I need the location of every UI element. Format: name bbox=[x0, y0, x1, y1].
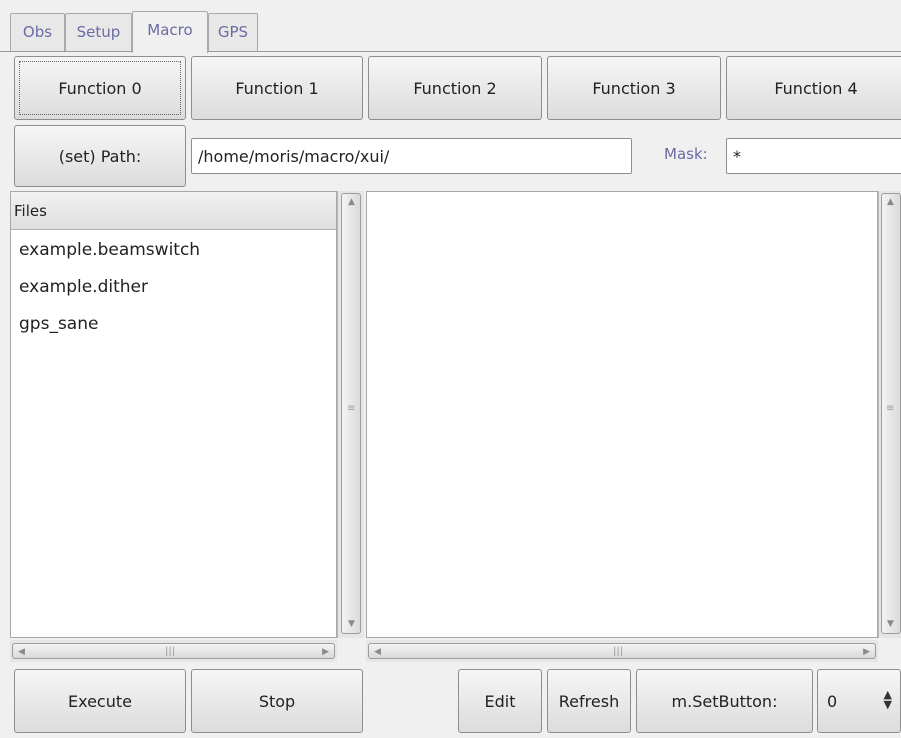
stop-label: Stop bbox=[258, 691, 296, 711]
content-vscroll-thumb[interactable]: ▲ ≡ ▼ bbox=[881, 193, 901, 634]
function-3-button[interactable]: Function 3 bbox=[547, 56, 721, 120]
grip-icon: ≡ bbox=[347, 403, 356, 414]
macro-content-view[interactable] bbox=[366, 191, 878, 638]
edit-button[interactable]: Edit bbox=[458, 669, 542, 733]
refresh-label: Refresh bbox=[558, 691, 620, 711]
content-vertical-scrollbar[interactable]: ▲ ≡ ▼ bbox=[878, 191, 901, 638]
list-item[interactable]: example.dither bbox=[19, 277, 148, 297]
spin-arrows-icon[interactable]: ▲ ▼ bbox=[884, 689, 892, 710]
tab-macro[interactable]: Macro bbox=[132, 11, 208, 53]
function-0-button[interactable]: Function 0 bbox=[14, 56, 186, 120]
scroll-up-arrow-icon[interactable]: ▲ bbox=[887, 198, 894, 207]
scroll-left-arrow-icon[interactable]: ◀ bbox=[18, 648, 25, 657]
tab-bar: Obs Setup Macro GPS bbox=[0, 0, 901, 53]
scroll-down-arrow-icon[interactable]: ▼ bbox=[887, 620, 894, 629]
execute-label: Execute bbox=[68, 691, 132, 711]
files-hscroll-thumb[interactable]: ◀ ||| ▶ bbox=[12, 643, 335, 659]
list-item[interactable]: example.beamswitch bbox=[19, 240, 200, 260]
function-1-label: Function 1 bbox=[235, 78, 319, 98]
spinbox-value: 0 bbox=[827, 691, 838, 711]
list-item[interactable]: gps_sane bbox=[19, 314, 98, 334]
tab-setup[interactable]: Setup bbox=[65, 13, 132, 51]
scroll-right-arrow-icon[interactable]: ▶ bbox=[322, 648, 329, 657]
set-button-label: m.SetButton: bbox=[671, 691, 778, 711]
function-2-button[interactable]: Function 2 bbox=[368, 56, 542, 120]
grip-icon: ||| bbox=[165, 646, 176, 657]
tab-gps[interactable]: GPS bbox=[208, 13, 258, 51]
files-horizontal-scrollbar[interactable]: ◀ ||| ▶ bbox=[10, 640, 337, 662]
set-path-button[interactable]: (set) Path: bbox=[14, 125, 186, 187]
files-vertical-scrollbar[interactable]: ▲ ≡ ▼ bbox=[337, 191, 364, 638]
grip-icon: ||| bbox=[613, 646, 624, 657]
path-value: /home/moris/macro/xui/ bbox=[198, 146, 390, 166]
edit-label: Edit bbox=[484, 691, 516, 711]
function-4-button[interactable]: Function 4 bbox=[726, 56, 901, 120]
stop-button[interactable]: Stop bbox=[191, 669, 363, 733]
files-column-header[interactable]: Files bbox=[11, 192, 336, 230]
function-2-label: Function 2 bbox=[413, 78, 497, 98]
mask-value: * bbox=[733, 146, 741, 166]
mask-label: Mask: bbox=[664, 145, 708, 163]
scroll-down-arrow-icon[interactable]: ▼ bbox=[348, 620, 355, 629]
files-vscroll-thumb[interactable]: ▲ ≡ ▼ bbox=[341, 193, 361, 634]
scroll-right-arrow-icon[interactable]: ▶ bbox=[863, 648, 870, 657]
content-horizontal-scrollbar[interactable]: ◀ ||| ▶ bbox=[366, 640, 878, 662]
path-input[interactable]: /home/moris/macro/xui/ bbox=[191, 138, 632, 174]
content-hscroll-thumb[interactable]: ◀ ||| ▶ bbox=[368, 643, 876, 659]
tab-obs[interactable]: Obs bbox=[10, 13, 65, 51]
function-1-button[interactable]: Function 1 bbox=[191, 56, 363, 120]
grip-icon: ≡ bbox=[886, 403, 895, 414]
function-4-label: Function 4 bbox=[774, 78, 858, 98]
set-button-button[interactable]: m.SetButton: bbox=[636, 669, 813, 733]
files-list[interactable]: Files example.beamswitch example.dither … bbox=[10, 191, 337, 638]
execute-button[interactable]: Execute bbox=[14, 669, 186, 733]
function-3-label: Function 3 bbox=[592, 78, 676, 98]
scroll-left-arrow-icon[interactable]: ◀ bbox=[374, 648, 381, 657]
refresh-button[interactable]: Refresh bbox=[547, 669, 631, 733]
scroll-up-arrow-icon[interactable]: ▲ bbox=[348, 198, 355, 207]
set-button-spinbox[interactable]: 0 ▲ ▼ bbox=[817, 669, 901, 733]
mask-input[interactable]: * bbox=[726, 138, 901, 174]
function-0-label: Function 0 bbox=[58, 78, 142, 98]
set-path-label: (set) Path: bbox=[58, 146, 142, 166]
files-header-label: Files bbox=[14, 201, 47, 220]
